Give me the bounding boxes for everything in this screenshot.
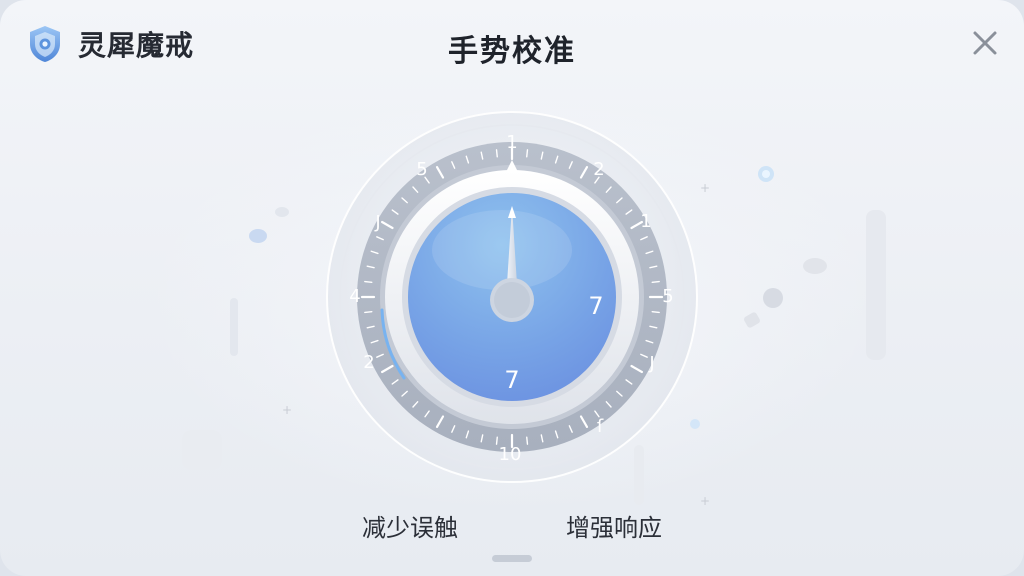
tick-mark <box>651 311 660 314</box>
page-title: 手势校准 <box>448 34 576 69</box>
inner-number: 7 <box>504 366 519 394</box>
tick-mark <box>364 311 373 314</box>
tick-mark <box>651 280 660 283</box>
tick-mark <box>526 436 529 445</box>
svg-text:+: + <box>282 403 292 417</box>
ring-number: 5 <box>662 286 673 307</box>
ring-number: 2 <box>363 352 374 373</box>
tick-mark <box>526 149 529 158</box>
ring-number: J <box>648 353 654 374</box>
enhance-response-option[interactable]: 增强响应 <box>566 508 662 543</box>
bottom-handle[interactable] <box>492 555 532 562</box>
inner-number: 7 <box>588 292 603 320</box>
reduce-mistouch-option[interactable]: 减少误触 <box>362 508 458 543</box>
calibration-window: + + + 灵犀魔戒 手势校准 1 2 1 5 J ſ 10 2 4 J 5 7… <box>0 0 1024 576</box>
ring-number: 5 <box>416 159 427 180</box>
calibration-dial[interactable]: 1 2 1 5 J ſ 10 2 4 J 5 7 7 <box>312 110 712 490</box>
ring-number: J <box>374 212 380 233</box>
ring-number: 1 <box>506 132 517 153</box>
ring-number: 1 <box>640 211 651 232</box>
header: 灵犀魔戒 手势校准 <box>0 0 1024 88</box>
tick-mark <box>364 280 373 283</box>
tick-mark <box>495 436 498 445</box>
ring-number: 4 <box>349 286 360 307</box>
ring-number: ſ <box>597 416 604 437</box>
ring-number: 10 <box>499 444 522 465</box>
svg-text:+: + <box>700 494 710 508</box>
sensitivity-options: 减少误触 增强响应 <box>0 508 1024 548</box>
close-icon[interactable] <box>972 30 998 56</box>
ring-number: 2 <box>593 159 604 180</box>
tick-mark <box>495 149 498 158</box>
